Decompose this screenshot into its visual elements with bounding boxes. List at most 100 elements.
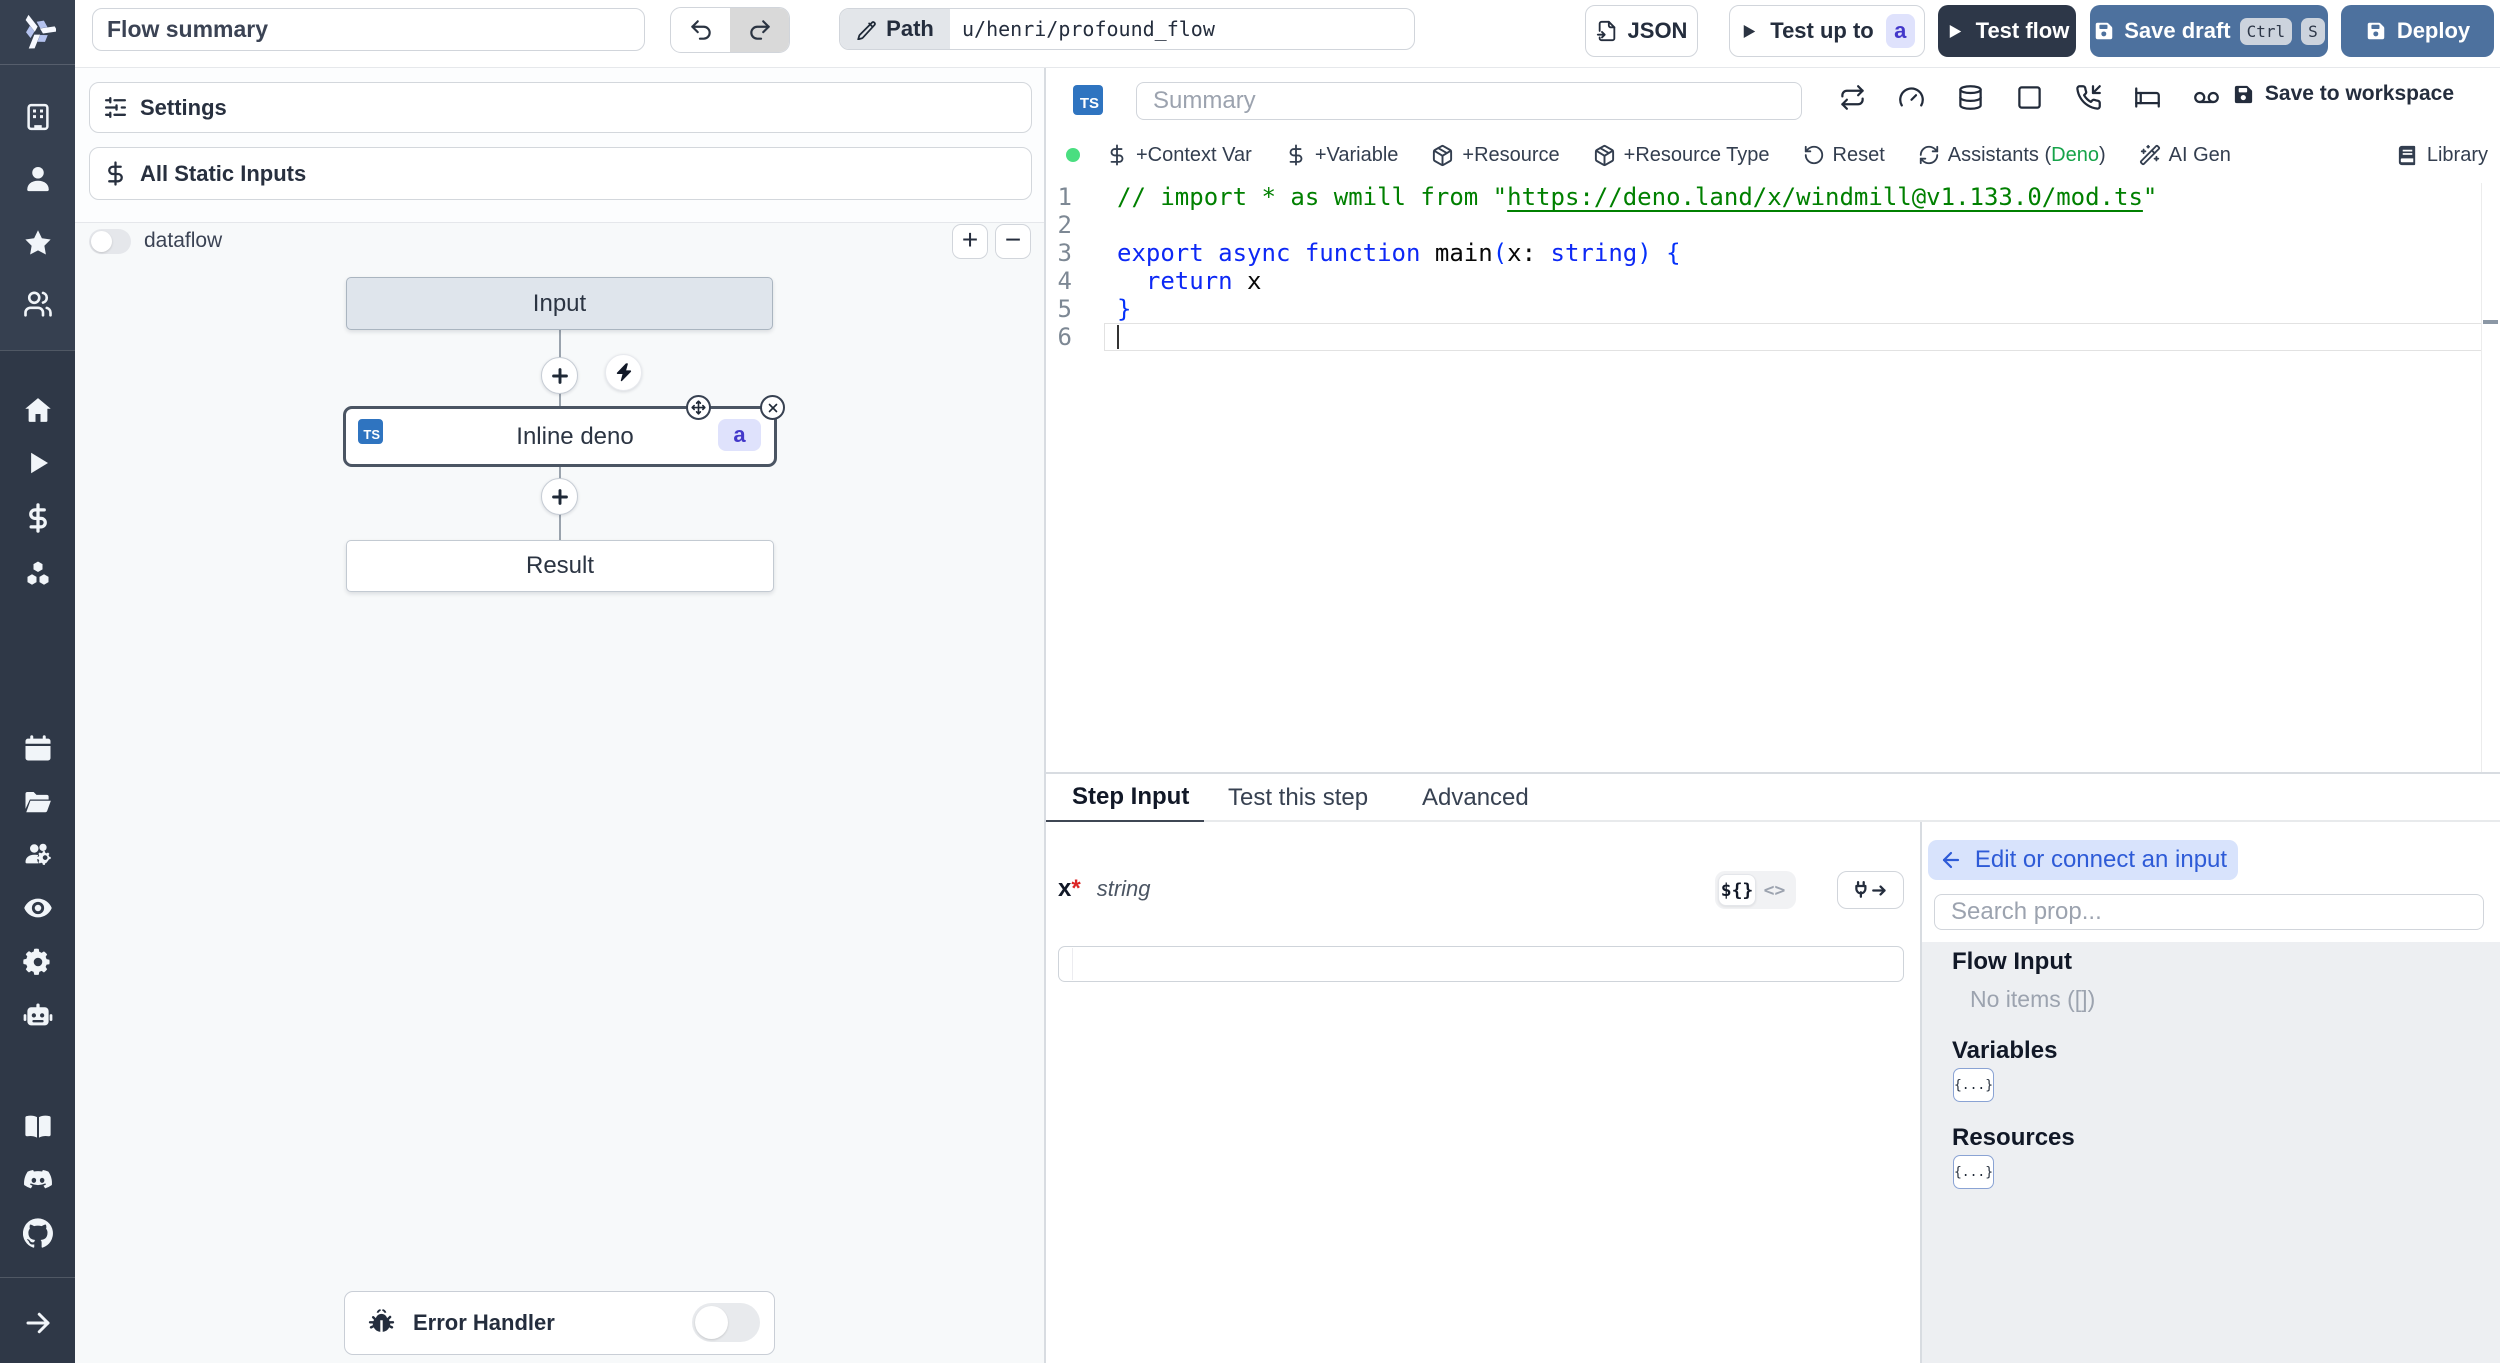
sidebar-item-settings[interactable] — [0, 947, 75, 977]
test-up-to-button[interactable]: Test up to a — [1729, 5, 1925, 57]
undo-button[interactable] — [671, 8, 730, 52]
gauge-icon — [1899, 87, 1924, 107]
flow-input-empty: No items ([]) — [1970, 986, 2096, 1012]
edit-or-connect-button[interactable]: Edit or connect an input — [1928, 840, 2238, 880]
save-draft-button[interactable]: Save draft Ctrl S — [2090, 5, 2328, 57]
save-to-workspace-button[interactable]: Save to workspace — [2232, 82, 2454, 106]
code-line: export async function main(x: string) { — [1117, 239, 1681, 267]
variables-chip[interactable]: {...} — [1953, 1068, 1994, 1102]
input-mode-toggle: ${} <> — [1715, 871, 1796, 909]
save-to-workspace-label: Save to workspace — [2264, 82, 2454, 105]
error-handler-box[interactable]: Error Handler — [344, 1291, 775, 1355]
reset-button[interactable]: Reset — [1803, 144, 1885, 167]
add-resource-type-label: +Resource Type — [1623, 143, 1770, 166]
code-editor[interactable]: 1 // import * as wmill from "https://deno… — [1046, 183, 2500, 772]
dataflow-toggle[interactable] — [89, 229, 131, 254]
move-step-handle[interactable] — [686, 395, 711, 420]
sidebar-item-workers[interactable] — [0, 840, 75, 870]
dollar-icon — [108, 161, 123, 186]
json-button[interactable]: JSON — [1585, 5, 1698, 57]
field-value-input[interactable] — [1058, 946, 1904, 982]
deploy-button[interactable]: Deploy — [2341, 5, 2494, 57]
path-edit-button[interactable]: Path — [840, 9, 950, 49]
close-icon — [768, 403, 777, 412]
line-number: 3 — [1057, 239, 1072, 267]
redo-button[interactable] — [730, 8, 789, 52]
search-prop-input[interactable]: Search prop... — [1934, 894, 2484, 930]
save-icon — [2367, 22, 2385, 40]
sidebar-item-resources[interactable] — [0, 558, 75, 588]
sidebar-item-discord[interactable] — [0, 1165, 75, 1195]
sidebar-divider-top — [0, 64, 75, 65]
sidebar-item-runs[interactable] — [0, 448, 75, 478]
summary-input[interactable]: Summary — [1136, 82, 1802, 120]
database-icon — [1959, 85, 1982, 110]
sidebar-collapse-arrow[interactable] — [0, 1308, 75, 1338]
sidebar-item-groups[interactable] — [0, 289, 75, 319]
connect-input-button[interactable] — [1837, 871, 1904, 909]
assistants-button[interactable]: Assistants (Deno) — [1918, 144, 2106, 167]
windmill-logo[interactable] — [20, 13, 56, 49]
tab-advanced[interactable]: Advanced — [1422, 774, 1529, 822]
flow-summary-input[interactable]: Flow summary — [92, 8, 645, 51]
graph-node-result[interactable]: Result — [346, 540, 774, 592]
square-icon — [2018, 86, 2041, 109]
tab-test-this-step[interactable]: Test this step — [1228, 774, 1368, 822]
all-static-inputs-button[interactable]: All Static Inputs — [89, 147, 1032, 200]
sidebar-item-folders[interactable] — [0, 787, 75, 817]
library-button[interactable]: Library — [2396, 144, 2488, 167]
sidebar-item-github[interactable] — [0, 1218, 75, 1248]
test-flow-button[interactable]: Test flow — [1938, 5, 2076, 57]
line-number: 1 — [1057, 183, 1072, 211]
bolt-icon — [616, 362, 631, 381]
tab-step-input[interactable]: Step Input — [1046, 774, 1204, 823]
retries-icon-button[interactable] — [1839, 84, 1866, 111]
topbar: Flow summary Path u/henri/profound_flow … — [75, 0, 2500, 68]
sidebar-item-home[interactable] — [0, 395, 75, 425]
sidebar-item-workspace[interactable] — [0, 102, 75, 132]
sidebar-item-variables[interactable] — [0, 503, 75, 533]
graph-node-step[interactable]: TS Inline deno a — [343, 395, 785, 467]
suspend-icon-button[interactable] — [2075, 84, 2102, 111]
concurrency-icon-button[interactable] — [2193, 84, 2220, 111]
zoom-in-button[interactable]: + — [952, 224, 988, 259]
dataflow-toggle-knob — [91, 231, 112, 252]
path-label: Path — [886, 16, 934, 41]
path-input[interactable]: u/henri/profound_flow — [950, 9, 1414, 49]
summary-placeholder: Summary — [1153, 87, 1256, 114]
add-step-button-1[interactable] — [541, 357, 578, 394]
move-icon — [691, 400, 706, 415]
graph-node-input[interactable]: Input — [346, 277, 773, 330]
redo-icon — [749, 20, 770, 40]
cache-icon-button[interactable] — [1957, 84, 1984, 111]
resources-chip[interactable]: {...} — [1953, 1155, 1994, 1189]
prop-picker-area: Flow Input No items ([]) Variables {...}… — [1922, 942, 2500, 1363]
sidebar-item-schedules[interactable] — [0, 733, 75, 763]
early-stop-icon-button[interactable] — [1898, 84, 1925, 111]
kbd-s: S — [2301, 17, 2325, 45]
file-export-icon — [1596, 20, 1615, 42]
sleep-icon-button[interactable] — [2134, 84, 2161, 111]
sidebar-item-audit-logs[interactable] — [0, 893, 75, 923]
add-step-button-2[interactable] — [541, 478, 578, 515]
editor-toolbar: +Context Var +Variable +Resource +Resour… — [1046, 127, 2500, 183]
sidebar-item-docs[interactable] — [0, 1112, 75, 1142]
library-label: Library — [2426, 143, 2488, 166]
trigger-button[interactable] — [605, 354, 642, 391]
sidebar-item-user[interactable] — [0, 164, 75, 194]
sidebar-item-favorites[interactable] — [0, 228, 75, 258]
add-resource-type-button[interactable]: +Resource Type — [1593, 144, 1770, 167]
dataflow-label: dataflow — [144, 229, 223, 252]
add-resource-button[interactable]: +Resource — [1431, 144, 1560, 167]
error-handler-toggle[interactable] — [692, 1303, 760, 1342]
template-mode-button[interactable]: ${} — [1718, 874, 1756, 906]
mock-icon-button[interactable] — [2016, 84, 2043, 111]
zoom-out-button[interactable]: − — [995, 224, 1031, 259]
code-mode-button[interactable]: <> — [1756, 880, 1793, 901]
sidebar-item-ai[interactable] — [0, 1001, 75, 1031]
add-context-var-button[interactable]: +Context Var — [1106, 144, 1252, 167]
add-variable-button[interactable]: +Variable — [1285, 144, 1398, 167]
delete-step-button[interactable] — [760, 395, 785, 420]
ai-gen-button[interactable]: AI Gen — [2139, 144, 2231, 167]
flow-settings-button[interactable]: Settings — [89, 82, 1032, 133]
